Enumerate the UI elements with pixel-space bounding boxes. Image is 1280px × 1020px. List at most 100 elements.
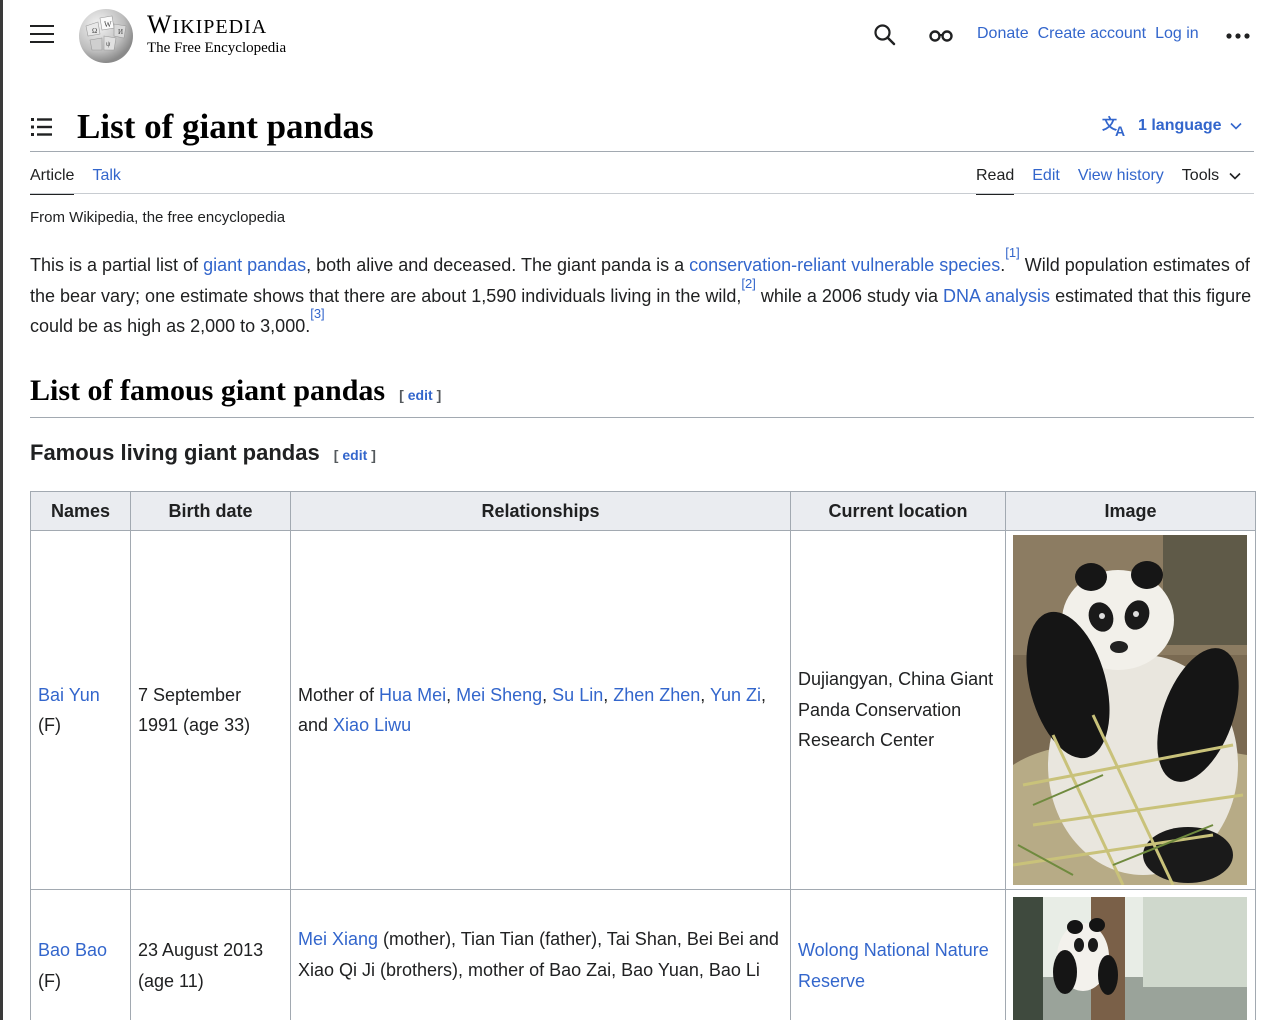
tab-edit[interactable]: Edit (1032, 166, 1060, 186)
language-label: 1 language (1138, 117, 1222, 134)
relationship-separator: , (700, 684, 710, 705)
svg-text:A: A (1115, 123, 1125, 137)
svg-text:ψ: ψ (106, 40, 111, 48)
page-title: List of giant pandas (77, 107, 374, 146)
panda-climbing-tree-image[interactable] (1013, 897, 1247, 1020)
column-header-birth-date[interactable]: Birth date (130, 491, 291, 531)
language-button[interactable]: 文 A 1 language (1102, 115, 1242, 137)
create-account-link[interactable]: Create account (1038, 25, 1147, 43)
subsection-edit: [edit] (334, 447, 376, 463)
table-header-row: Names Birth date Relationships Current l… (30, 491, 1256, 531)
edit-bracket: ] (436, 387, 442, 403)
tab-view-history[interactable]: View history (1078, 166, 1164, 186)
relation-link[interactable]: Xiao Liwu (333, 715, 411, 735)
relationship-separator: , (446, 684, 457, 705)
intro-text: while a 2006 study via (755, 285, 944, 306)
column-header-names[interactable]: Names (30, 491, 131, 531)
table-of-contents-icon[interactable] (30, 116, 54, 138)
pandas-table: Names Birth date Relationships Current l… (30, 491, 1256, 1020)
dna-analysis-link[interactable]: DNA analysis (943, 286, 1050, 306)
chevron-down-icon (1229, 172, 1241, 180)
location-cell: Wolong National Nature Reserve (790, 889, 1006, 1020)
section-heading-text: List of famous giant pandas (30, 374, 386, 407)
relationship-text: Mother of (298, 684, 380, 705)
tools-label: Tools (1181, 167, 1220, 184)
column-header-relationships[interactable]: Relationships (290, 491, 791, 531)
tab-read[interactable]: Read (976, 166, 1015, 195)
location-cell: Dujiangyan, China Giant Panda Conservati… (790, 530, 1006, 890)
site-subtitle: From Wikipedia, the free encyclopedia (30, 209, 286, 226)
svg-text:Ω: Ω (92, 27, 97, 35)
location-link[interactable]: Wolong National Nature Reserve (798, 940, 989, 991)
section-edit-link[interactable]: edit (408, 387, 433, 403)
search-icon[interactable] (873, 23, 897, 47)
name-cell: Bai Yun (F) (30, 530, 131, 890)
relationships-cell: Mother of Hua Mei, Mei Sheng, Su Lin, Zh… (290, 530, 791, 890)
tabs-divider (30, 193, 1254, 194)
log-in-link[interactable]: Log in (1155, 25, 1199, 43)
panda-sex: (F) (38, 715, 61, 735)
wordmark-initial: W (147, 10, 173, 39)
column-header-image[interactable]: Image (1005, 491, 1256, 531)
main-menu-icon[interactable] (30, 25, 54, 45)
reference-3-link[interactable]: [3] (310, 306, 324, 321)
more-options-icon[interactable] (1226, 33, 1250, 39)
relationships-cell: Mei Xiang (mother), Tian Tian (father), … (290, 889, 791, 1020)
edit-bracket: ] (371, 447, 376, 463)
table-row: Bao Bao (F) 23 August 2013 (age 11) Mei X… (30, 889, 1256, 1020)
relationship-separator: , (603, 684, 614, 705)
wordmark-tagline: The Free Encyclopedia (147, 40, 287, 56)
subsection-edit-link[interactable]: edit (342, 447, 367, 463)
relation-link[interactable]: Mei Sheng (456, 685, 542, 705)
conservation-species-link[interactable]: conservation-reliant vulnerable species (689, 255, 1000, 275)
personal-tools: Donate Create account Log in (977, 25, 1199, 43)
column-header-current-location[interactable]: Current location (790, 491, 1006, 531)
section-edit: [edit] (399, 387, 441, 403)
namespace-tabs: Article Talk (30, 166, 121, 195)
intro-text: , both alive and deceased. The giant pan… (306, 255, 690, 275)
relation-link[interactable]: Mei Xiang (298, 929, 378, 949)
relation-link[interactable]: Hua Mei (379, 685, 446, 705)
name-cell: Bao Bao (F) (30, 889, 131, 1020)
wikipedia-globe-logo[interactable]: W Ω И ψ (76, 6, 136, 64)
birth-date-cell: 23 August 2013 (age 11) (130, 889, 291, 1020)
reading-glasses-icon[interactable] (928, 26, 954, 44)
panda-name-link[interactable]: Bao Bao (38, 940, 107, 960)
view-tabs: Read Edit View history Tools (976, 166, 1241, 195)
edit-bracket: [ (399, 387, 404, 403)
section-divider (30, 417, 1254, 418)
panda-eating-bamboo-image[interactable] (1013, 535, 1247, 885)
birth-date-cell: 7 September 1991 (age 33) (130, 530, 291, 890)
intro-paragraph: This is a partial list of giant pandas, … (30, 246, 1254, 342)
tab-article[interactable]: Article (30, 166, 75, 195)
site-header: W Ω И ψ WIKIPEDIA The Free Encyclopedia … (0, 0, 1280, 72)
subsection-heading: Famous living giant pandas [edit] (30, 440, 376, 466)
wordmark-rest: IKIPEDIA (172, 16, 268, 38)
image-cell (1005, 530, 1256, 890)
relation-link[interactable]: Yun Zi (710, 685, 761, 705)
section-heading: List of famous giant pandas [edit] (30, 374, 441, 408)
panda-sex: (F) (38, 970, 61, 991)
relation-link[interactable]: Su Lin (552, 685, 603, 705)
tab-talk[interactable]: Talk (92, 166, 120, 186)
relationship-separator: , (542, 684, 553, 705)
edit-bracket: [ (333, 447, 339, 463)
relation-link[interactable]: Zhen Zhen (613, 685, 700, 705)
tools-menu[interactable]: Tools (1182, 167, 1241, 185)
reference-2-link[interactable]: [2] (741, 276, 755, 291)
svg-text:W: W (104, 20, 112, 29)
giant-pandas-link[interactable]: giant pandas (203, 255, 306, 275)
panda-name-link[interactable]: Bai Yun (38, 685, 100, 705)
window-edge (0, 0, 3, 1020)
subsection-heading-text: Famous living giant pandas (30, 440, 320, 465)
wikipedia-wordmark[interactable]: WIKIPEDIA The Free Encyclopedia (147, 10, 286, 56)
chevron-down-icon (1230, 122, 1242, 130)
image-cell (1005, 889, 1256, 1020)
reference-1-link[interactable]: [1] (1005, 245, 1019, 260)
intro-text: This is a partial list of (30, 255, 204, 275)
title-divider (30, 151, 1254, 152)
translate-icon: 文 A (1102, 115, 1125, 137)
table-row: Bai Yun (F) 7 September 1991 (age 33) Mot… (30, 530, 1256, 890)
svg-text:И: И (118, 28, 123, 36)
donate-link[interactable]: Donate (977, 25, 1029, 43)
